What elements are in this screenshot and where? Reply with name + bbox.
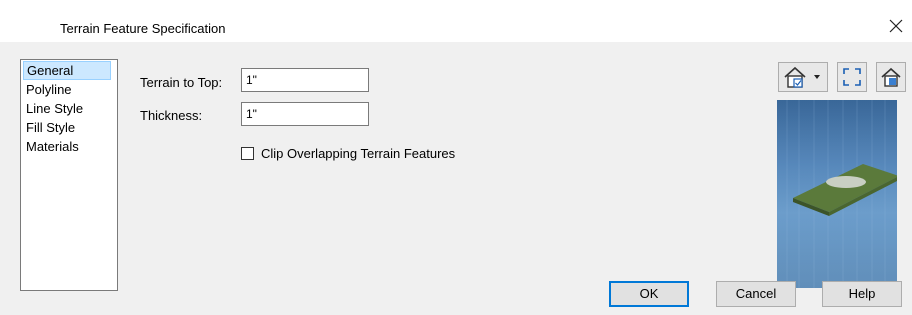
ok-button[interactable]: OK xyxy=(609,281,689,307)
nav-item-line-style[interactable]: Line Style xyxy=(23,99,111,118)
clip-overlapping-label[interactable]: Clip Overlapping Terrain Features xyxy=(261,146,455,161)
camera-view-dropdown-icon xyxy=(784,66,820,88)
nav-item-fill-style[interactable]: Fill Style xyxy=(23,118,111,137)
thickness-field[interactable] xyxy=(241,102,369,126)
render-preview-button[interactable] xyxy=(876,62,906,92)
thickness-label: Thickness: xyxy=(140,108,203,123)
terrain-feature-dialog: Terrain Feature Specification General Po… xyxy=(0,0,912,315)
camera-view-button[interactable] xyxy=(778,62,828,92)
nav-item-materials[interactable]: Materials xyxy=(23,137,111,156)
3d-preview[interactable] xyxy=(777,100,897,288)
nav-item-polyline[interactable]: Polyline xyxy=(23,80,111,99)
terrain-preview-image xyxy=(777,100,897,288)
help-button[interactable]: Help xyxy=(822,281,902,307)
clip-overlapping-checkbox[interactable] xyxy=(241,147,254,160)
close-icon xyxy=(889,19,903,33)
terrain-to-top-field[interactable] xyxy=(241,68,369,92)
render-preview-icon xyxy=(881,67,901,87)
close-button[interactable] xyxy=(884,14,908,38)
fit-to-window-button[interactable] xyxy=(837,62,867,92)
terrain-to-top-label: Terrain to Top: xyxy=(140,75,223,90)
title-bar: Terrain Feature Specification xyxy=(0,0,912,43)
category-list: General Polyline Line Style Fill Style M… xyxy=(20,59,118,291)
dialog-title: Terrain Feature Specification xyxy=(60,21,226,36)
cancel-button[interactable]: Cancel xyxy=(716,281,796,307)
nav-item-general[interactable]: General xyxy=(23,61,111,80)
fit-to-window-icon xyxy=(843,68,861,86)
